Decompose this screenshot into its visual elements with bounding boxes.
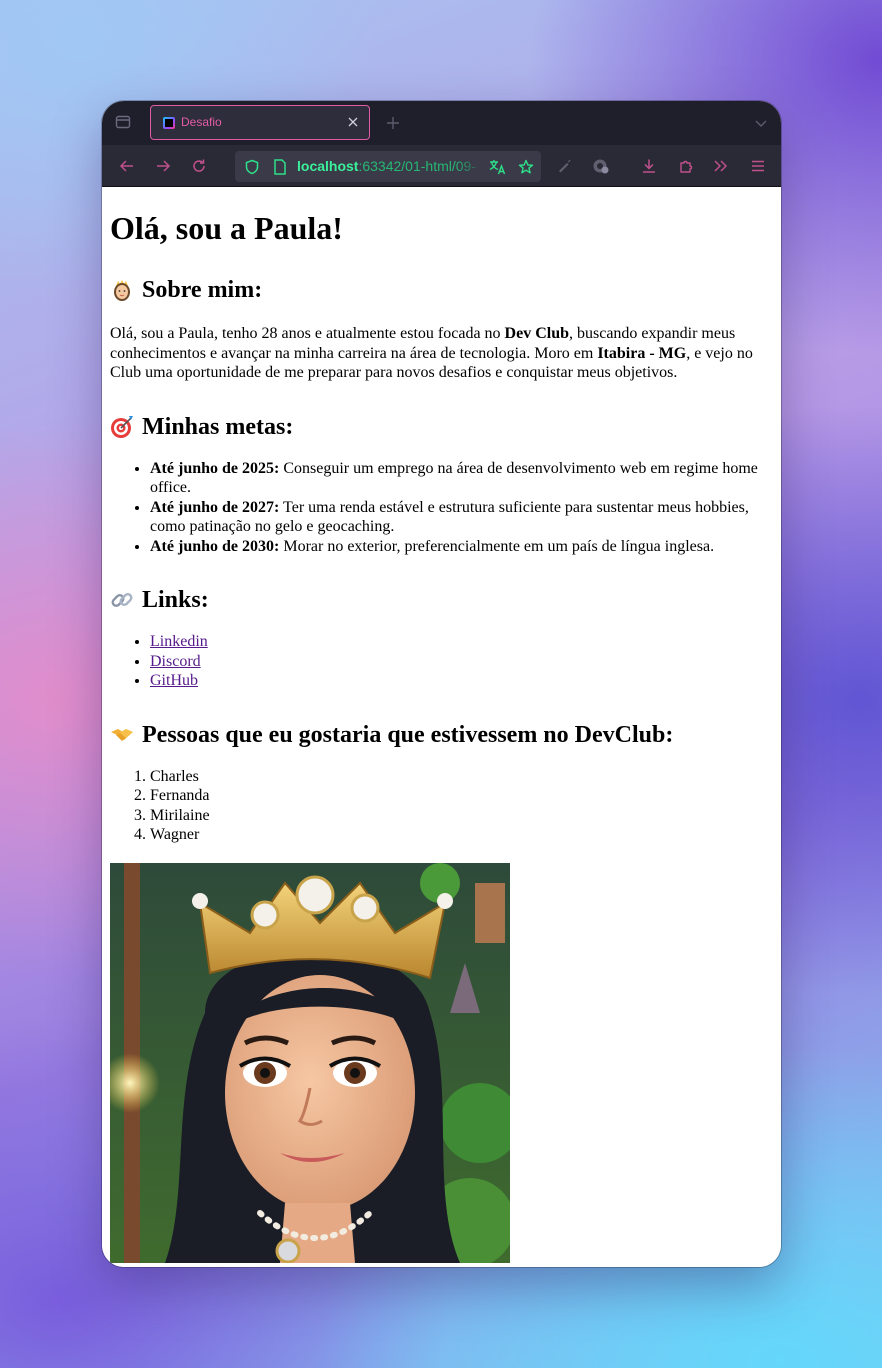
people-list: Charles Fernanda Mirilaine Wagner: [110, 767, 773, 845]
list-item: Wagner: [150, 825, 773, 845]
goals-list: Até junho de 2025: Conseguir um emprego …: [110, 459, 773, 557]
menu-hamburger-icon[interactable]: [748, 156, 768, 176]
linkedin-link[interactable]: Linkedin: [150, 633, 208, 650]
url-bar[interactable]: localhost:63342/01-html/09-: [235, 151, 541, 182]
overflow-chevrons-icon[interactable]: [711, 156, 731, 176]
list-item: Fernanda: [150, 786, 773, 806]
handshake-emoji-icon: [110, 723, 134, 747]
goal-label: Até junho de 2027:: [150, 498, 280, 516]
goals-heading: Minhas metas:: [110, 413, 773, 441]
discord-link[interactable]: Discord: [150, 653, 201, 670]
page-icon[interactable]: [271, 158, 289, 176]
extension-badge-icon[interactable]: [591, 156, 611, 176]
target-emoji-icon: [110, 415, 134, 439]
tab-bar: Desafio: [102, 101, 781, 145]
navigation-bar: localhost:63342/01-html/09-: [102, 145, 781, 187]
princess-portrait-image: [110, 862, 510, 1263]
new-tab-icon[interactable]: [384, 114, 402, 132]
url-fade: [455, 155, 485, 179]
tab-desafio[interactable]: Desafio: [150, 105, 370, 140]
about-paragraph: Olá, sou a Paula, tenho 28 anos e atualm…: [110, 324, 773, 383]
forward-arrow-icon[interactable]: [153, 156, 173, 176]
tab-list-icon[interactable]: [114, 113, 132, 131]
list-item: Até junho de 2027: Ter uma renda estável…: [150, 498, 773, 537]
pen-icon[interactable]: [554, 156, 574, 176]
url-host: localhost: [297, 158, 359, 174]
github-link[interactable]: GitHub: [150, 672, 198, 689]
list-item: Discord: [150, 652, 773, 672]
about-text-1: Olá, sou a Paula, tenho 28 anos e atualm…: [110, 325, 505, 342]
list-item: Linkedin: [150, 632, 773, 652]
extensions-puzzle-icon[interactable]: [676, 156, 696, 176]
list-item: Mirilaine: [150, 806, 773, 826]
bookmark-star-icon[interactable]: [517, 158, 535, 176]
list-item: Até junho de 2025: Conseguir um emprego …: [150, 459, 773, 498]
page-content: Olá, sou a Paula! Sobre mim: Olá, sou a …: [102, 187, 781, 1267]
link-emoji-icon: [110, 588, 134, 612]
goal-text: Morar no exterior, preferencialmente em …: [279, 537, 715, 555]
list-item: GitHub: [150, 671, 773, 691]
browser-window: Desafio localhost:63342/01-html/09- Olá,…: [102, 101, 781, 1267]
list-item: Até junho de 2030: Morar no exterior, pr…: [150, 537, 773, 557]
links-title: Links:: [142, 587, 209, 613]
shield-icon[interactable]: [243, 158, 261, 176]
back-arrow-icon[interactable]: [117, 156, 137, 176]
links-list: Linkedin Discord GitHub: [110, 632, 773, 691]
goal-label: Até junho de 2025:: [150, 459, 280, 477]
princess-emoji-icon: [110, 278, 134, 302]
goal-label: Até junho de 2030:: [150, 537, 280, 555]
people-heading: Pessoas que eu gostaria que estivessem n…: [110, 721, 773, 749]
about-title: Sobre mim:: [142, 277, 263, 303]
about-bold-city: Itabira - MG: [597, 344, 687, 362]
webstorm-favicon-icon: [163, 117, 175, 129]
chevron-down-icon[interactable]: [753, 115, 769, 131]
page-title: Olá, sou a Paula!: [110, 210, 343, 246]
about-bold-devclub: Dev Club: [504, 325, 569, 342]
goals-title: Minhas metas:: [142, 413, 294, 440]
tab-title: Desafio: [181, 115, 222, 129]
about-heading: Sobre mim:: [110, 276, 773, 304]
links-heading: Links:: [110, 586, 773, 614]
list-item: Charles: [150, 767, 773, 787]
close-icon[interactable]: [345, 114, 361, 130]
reload-icon[interactable]: [189, 156, 209, 176]
translate-icon[interactable]: [489, 158, 507, 176]
download-icon[interactable]: [639, 156, 659, 176]
people-title: Pessoas que eu gostaria que estivessem n…: [142, 721, 674, 748]
